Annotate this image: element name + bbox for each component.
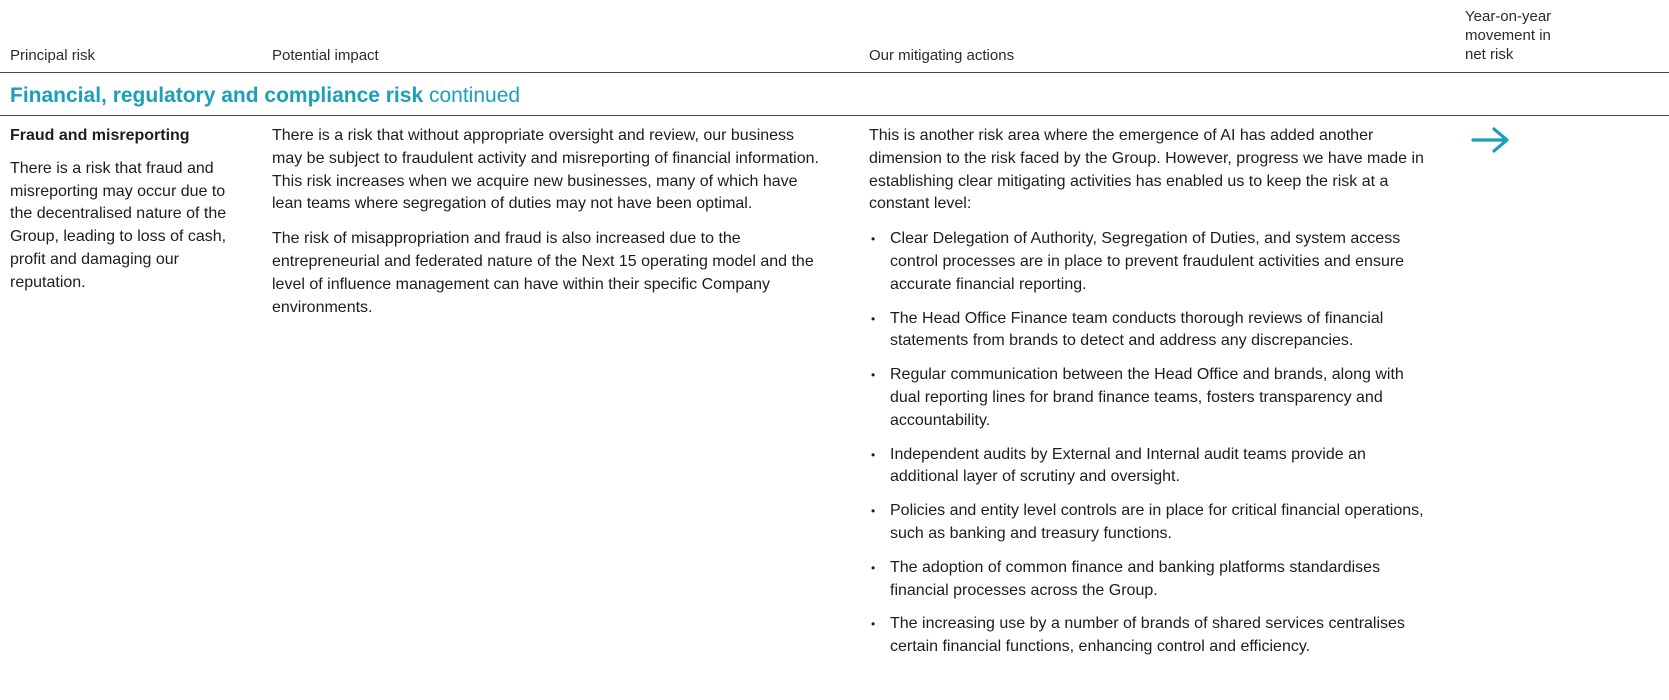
risk-description: There is a risk that fraud and misreport…	[10, 159, 227, 291]
list-item: • Regular communication between the Head …	[871, 366, 1404, 429]
arrow-right-icon	[1471, 127, 1509, 153]
list-item-text: The Head Office Finance team conducts th…	[890, 309, 1384, 350]
list-item: • The adoption of common finance and bank…	[871, 558, 1381, 599]
section-title-main: Financial, regulatory and compliance ris…	[10, 84, 424, 107]
header-net-risk-movement: Year-on-year movement in net risk	[1465, 8, 1552, 63]
list-item-text: The increasing use by a number of brands…	[890, 615, 1405, 656]
header-principal-risk: Principal risk	[10, 47, 96, 64]
principal-risk-cell: Fraud and misreporting There is a risk t…	[10, 125, 230, 307]
list-item-text: Clear Delegation of Authority, Segregati…	[890, 230, 1405, 293]
list-item-text: Regular communication between the Head O…	[890, 366, 1404, 429]
list-item-text: Policies and entity level controls are i…	[890, 502, 1424, 542]
header-mitigating-actions: Our mitigating actions	[869, 47, 1015, 64]
mitigating-actions-cell: This is another risk area where the emer…	[869, 125, 1435, 670]
section-title-suffix: continued	[423, 84, 521, 107]
potential-impact-cell: There is a risk that without appropriate…	[272, 125, 827, 331]
list-item-text: Independent audits by External and Inter…	[890, 445, 1366, 486]
list-item-text: The adoption of common finance and banki…	[890, 558, 1381, 599]
impact-paragraph: There is a risk that without appropriate…	[272, 127, 819, 213]
section-title: Financial, regulatory and compliance ris…	[10, 82, 520, 110]
risk-table-page: Principal risk Potential impact Our miti…	[0, 0, 1669, 700]
list-item: • Independent audits by External and Inte…	[871, 445, 1366, 486]
list-item: • The increasing use by a number of brand…	[871, 615, 1405, 656]
header-potential-impact: Potential impact	[272, 47, 379, 64]
impact-paragraph: The risk of misappropriation and fraud i…	[272, 230, 814, 316]
list-item: • Clear Delegation of Authority, Segregat…	[871, 230, 1405, 293]
mitigation-list: • Clear Delegation of Authority, Segregat…	[869, 228, 1435, 659]
list-item: • Policies and entity level controls are …	[871, 502, 1424, 542]
mitigation-intro: This is another risk area where the emer…	[869, 127, 1424, 213]
section-divider	[0, 115, 1669, 116]
list-item: • The Head Office Finance team conducts t…	[871, 309, 1384, 350]
header-divider	[0, 72, 1669, 73]
risk-name: Fraud and misreporting	[10, 127, 190, 144]
